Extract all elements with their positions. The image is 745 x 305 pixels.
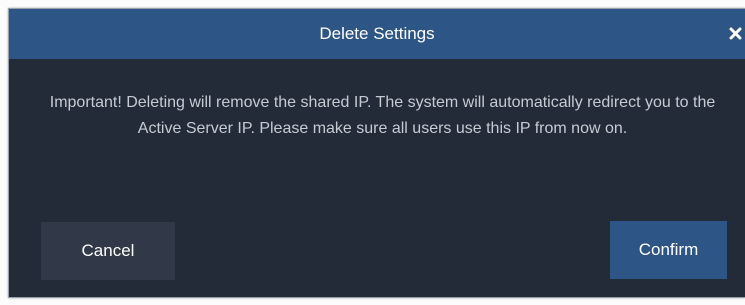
close-icon (727, 23, 745, 45)
delete-settings-dialog: Delete Settings Important! Deleting will… (8, 8, 745, 298)
cancel-button[interactable]: Cancel (41, 222, 175, 280)
dialog-message: Important! Deleting will remove the shar… (49, 94, 716, 137)
confirm-button[interactable]: Confirm (610, 221, 727, 279)
dialog-title: Delete Settings (319, 24, 435, 43)
close-button[interactable] (727, 23, 745, 45)
dialog-titlebar: Delete Settings (9, 9, 745, 59)
